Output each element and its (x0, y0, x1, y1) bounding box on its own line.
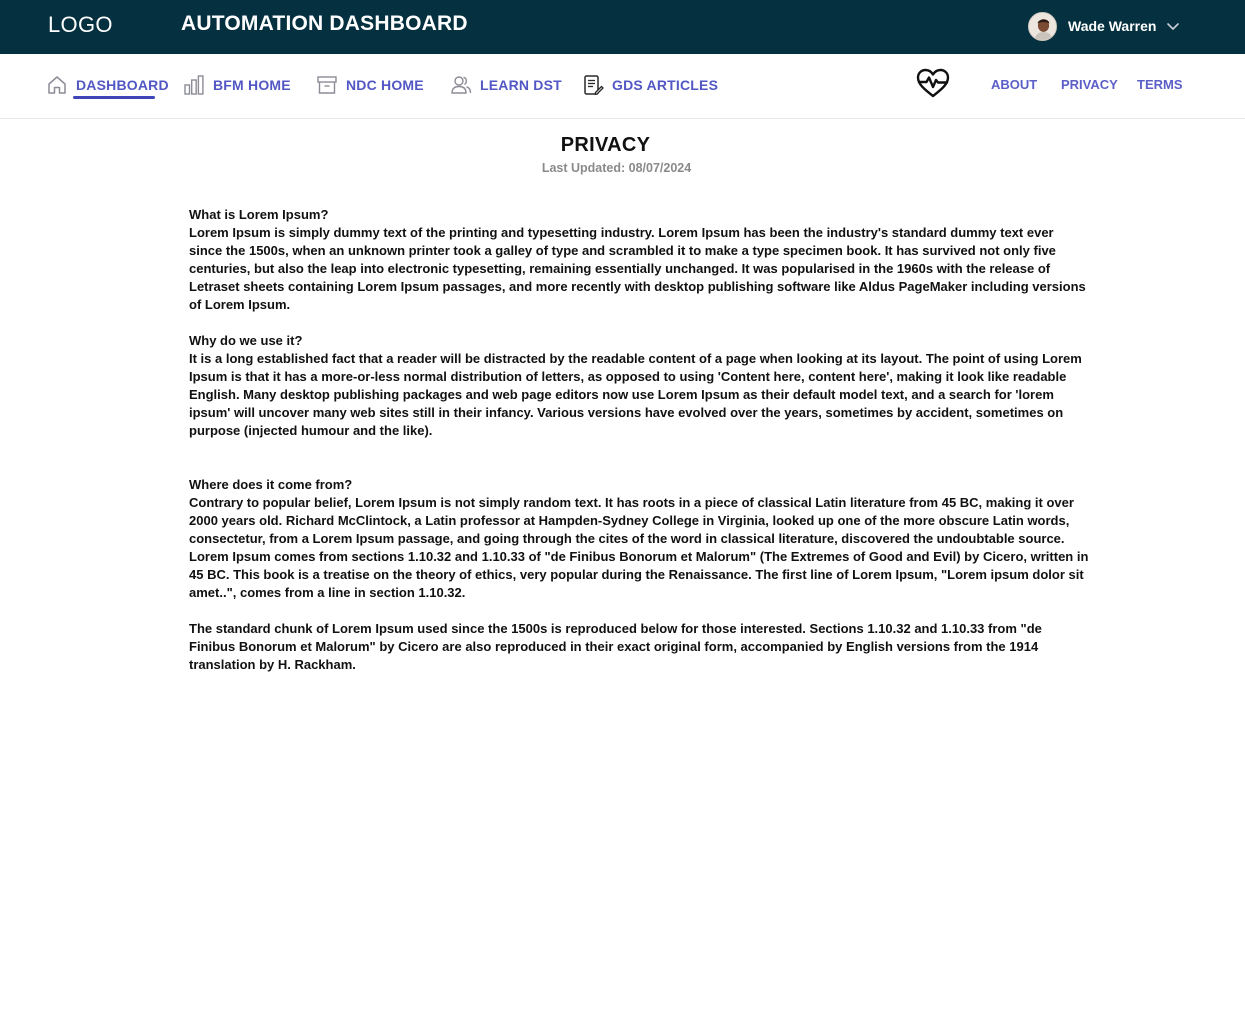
page-title: PRIVACY (560, 134, 651, 156)
privacy-link[interactable]: PRIVACY (1061, 77, 1118, 92)
content-section: Why do we use it? It is a long establish… (189, 332, 1089, 440)
terms-link[interactable]: TERMS (1137, 77, 1183, 92)
section-heading: Where does it come from? (189, 477, 353, 492)
content-section: The standard chunk of Lorem Ipsum used s… (189, 620, 1089, 674)
content-section: Where does it come from? Contrary to pop… (189, 476, 1089, 602)
nav-label-gds-articles: GDS ARTICLES (612, 77, 719, 93)
nav-label-ndc-home: NDC HOME (346, 77, 424, 93)
nav-label-learn-dst: LEARN DST (480, 77, 562, 93)
section-body: It is a long established fact that a rea… (189, 351, 1082, 438)
chevron-down-icon[interactable] (1166, 21, 1180, 31)
nav-item-learn-dst[interactable]: LEARN DST (450, 72, 562, 98)
active-tab-indicator (73, 96, 155, 99)
last-updated: Last Updated: 08/07/2024 (541, 161, 692, 175)
privacy-content: What is Lorem Ipsum? Lorem Ipsum is simp… (189, 206, 1089, 692)
nav-label-dashboard: DASHBOARD (76, 77, 169, 93)
document-edit-icon (584, 75, 604, 95)
section-body: The standard chunk of Lorem Ipsum used s… (189, 621, 1042, 672)
content-section: What is Lorem Ipsum? Lorem Ipsum is simp… (189, 206, 1089, 314)
nav-item-dashboard[interactable]: DASHBOARD (46, 72, 169, 98)
users-icon (451, 76, 472, 94)
section-body: Lorem Ipsum is simply dummy text of the … (189, 225, 1086, 312)
top-header: LOGO AUTOMATION DASHBOARD Wade Warren (0, 0, 1245, 54)
nav-item-ndc-home[interactable]: NDC HOME (316, 72, 424, 98)
user-menu[interactable]: Wade Warren (1028, 11, 1180, 41)
main-nav: DASHBOARD BFM HOME NDC HOME LEARN DST GD… (0, 54, 1245, 119)
section-body: Contrary to popular belief, Lorem Ipsum … (189, 495, 1089, 600)
archive-box-icon (317, 76, 337, 94)
section-heading: What is Lorem Ipsum? (189, 207, 329, 222)
section-heading: Why do we use it? (189, 333, 303, 348)
user-avatar[interactable] (1028, 11, 1057, 41)
logo[interactable]: LOGO (48, 12, 113, 38)
nav-item-bfm-home[interactable]: BFM HOME (183, 72, 291, 98)
bar-chart-icon (184, 75, 204, 95)
user-name[interactable]: Wade Warren (1068, 18, 1156, 34)
nav-label-bfm-home: BFM HOME (213, 77, 291, 93)
app-title: AUTOMATION DASHBOARD (181, 12, 468, 35)
heart-pulse-icon[interactable] (915, 67, 951, 99)
about-link[interactable]: ABOUT (991, 77, 1037, 92)
home-icon (48, 76, 66, 94)
nav-item-gds-articles[interactable]: GDS ARTICLES (582, 72, 718, 98)
